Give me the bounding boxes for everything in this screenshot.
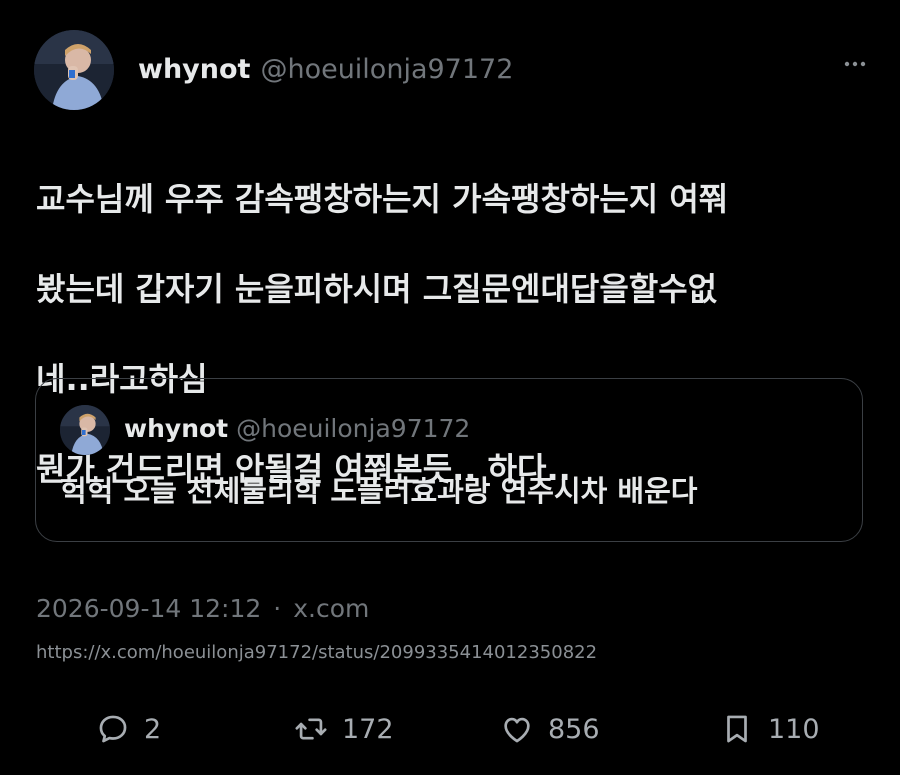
quoted-author-avatar	[60, 405, 110, 455]
reply-icon	[99, 715, 127, 743]
quoted-tweet[interactable]: whynot @hoeuilonja97172 헉헉 오늘 천체물리학 도플러효과…	[35, 378, 863, 542]
quoted-author-line: whynot @hoeuilonja97172	[124, 412, 470, 446]
author-handle[interactable]: @hoeuilonja97172	[260, 54, 513, 85]
more-dots-icon[interactable]	[844, 60, 866, 68]
tweet-url[interactable]: https://x.com/hoeuilonja97172/status/209…	[36, 641, 597, 665]
tweet-source[interactable]: x.com	[293, 594, 369, 623]
heart-icon	[504, 717, 530, 743]
quoted-display-name: whynot	[124, 414, 229, 443]
tweet-text-line: 교수님께 우주 감속팽창하는지 가속팽창하는지 여쭤	[36, 180, 729, 218]
bookmark-count: 110	[768, 713, 820, 745]
author-avatar[interactable]	[34, 30, 114, 110]
tweet-card: whynot @hoeuilonja97172 교수님께 우주 감속팽창하는지 가…	[0, 0, 900, 775]
bookmark-button[interactable]: 110	[720, 706, 820, 752]
tweet-meta: 2026-09-14 12:12 · x.com	[36, 592, 369, 626]
author-name-line: whynot @hoeuilonja97172	[138, 52, 513, 88]
retweet-icon	[295, 718, 327, 740]
reply-count: 2	[144, 713, 162, 745]
tweet-header: whynot @hoeuilonja97172	[34, 30, 874, 110]
tweet-timestamp[interactable]: 2026-09-14 12:12	[36, 594, 261, 623]
tweet-text-line: 봤는데 갑자기 눈을피하시며 그질문엔대답을할수없	[36, 270, 718, 308]
like-button[interactable]: 856	[500, 706, 600, 752]
quoted-tweet-text: 헉헉 오늘 천체물리학 도플러효과랑 연주시차 배운다	[60, 474, 698, 508]
reply-button[interactable]: 2	[96, 706, 161, 752]
bookmark-icon	[727, 715, 747, 743]
like-count: 856	[548, 713, 600, 745]
action-bar: 2 172 856 110	[0, 706, 900, 752]
retweet-button[interactable]: 172	[294, 706, 394, 752]
quoted-handle: @hoeuilonja97172	[236, 414, 471, 443]
author-display-name[interactable]: whynot	[138, 54, 250, 85]
retweet-count: 172	[342, 713, 394, 745]
meta-separator: ·	[273, 594, 282, 623]
